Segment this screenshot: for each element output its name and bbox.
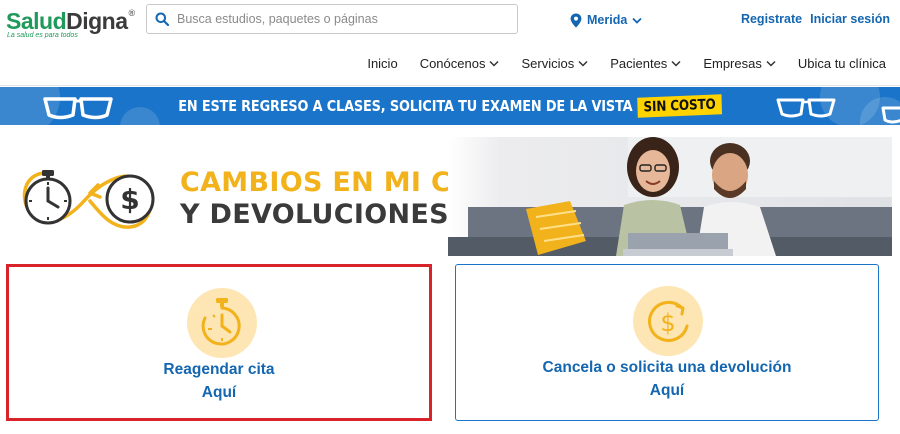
auth-links: Registrate Iniciar sesión bbox=[741, 12, 890, 26]
logo-tagline: La salud es para todos bbox=[7, 32, 78, 39]
stopwatch-dollar-illustration: $ bbox=[22, 170, 155, 229]
nav-item-ubica-clinica[interactable]: Ubica tu clínica bbox=[798, 56, 886, 71]
location-selector[interactable]: Merida bbox=[570, 11, 642, 29]
chevron-down-icon bbox=[671, 60, 681, 67]
reschedule-label[interactable]: Reagendar cita bbox=[9, 361, 429, 379]
nav-item-servicios[interactable]: Servicios bbox=[521, 56, 588, 71]
promo-text: EN ESTE REGRESO A CLASES, SOLICITA TU EX… bbox=[63, 87, 837, 125]
stopwatch-icon-circle bbox=[187, 288, 257, 358]
chevron-down-icon bbox=[489, 60, 499, 67]
location-pin-icon bbox=[570, 13, 582, 27]
dollar-icon-circle: $ bbox=[633, 286, 703, 356]
chevron-down-icon bbox=[632, 17, 642, 24]
search-box[interactable] bbox=[146, 4, 518, 34]
promo-message: EN ESTE REGRESO A CLASES, SOLICITA TU EX… bbox=[178, 97, 633, 115]
hero-banner: $ CAMBIOS EN MI CITA Y DEVOLUCIONES bbox=[8, 137, 892, 256]
promo-banner[interactable]: EN ESTE REGRESO A CLASES, SOLICITA TU EX… bbox=[0, 87, 900, 125]
nav-item-conocenos[interactable]: Conócenos bbox=[420, 56, 500, 71]
cancel-refund-card[interactable]: $ Cancela o solicita una devolución Aquí bbox=[455, 264, 879, 421]
main-nav: Inicio Conócenos Servicios Pacientes Emp… bbox=[0, 40, 900, 86]
stopwatch-icon bbox=[201, 298, 241, 346]
salud-digna-logo[interactable]: SaludDigna® La salud es para todos bbox=[6, 8, 140, 42]
register-link[interactable]: Registrate bbox=[741, 12, 802, 26]
cancel-refund-link[interactable]: Aquí bbox=[456, 382, 878, 400]
reschedule-link[interactable]: Aquí bbox=[9, 384, 429, 402]
search-icon[interactable] bbox=[155, 12, 169, 26]
cancel-refund-label[interactable]: Cancela o solicita una devolución bbox=[456, 359, 878, 377]
hero-title-line2: Y DEVOLUCIONES bbox=[180, 199, 449, 230]
promo-badge: SIN COSTO bbox=[637, 94, 723, 118]
reschedule-card[interactable]: Reagendar cita Aquí bbox=[6, 264, 432, 421]
svg-text:$: $ bbox=[120, 183, 139, 216]
login-link[interactable]: Iniciar sesión bbox=[810, 12, 890, 26]
couple-photo-illustration bbox=[448, 137, 892, 256]
nav-item-inicio[interactable]: Inicio bbox=[367, 56, 397, 71]
nav-item-empresas[interactable]: Empresas bbox=[703, 56, 776, 71]
chevron-down-icon bbox=[766, 60, 776, 67]
search-input[interactable] bbox=[177, 5, 507, 33]
chevron-down-icon bbox=[578, 60, 588, 67]
location-city: Merida bbox=[587, 13, 628, 27]
glasses-icon bbox=[881, 106, 900, 124]
header-top: SaludDigna® La salud es para todos Merid… bbox=[0, 0, 900, 40]
logo-wordmark: SaludDigna® bbox=[6, 8, 135, 34]
dollar-coin-icon: $ bbox=[648, 300, 689, 342]
hero-photo bbox=[448, 137, 892, 256]
nav-item-pacientes[interactable]: Pacientes bbox=[610, 56, 681, 71]
svg-text:$: $ bbox=[660, 309, 675, 337]
